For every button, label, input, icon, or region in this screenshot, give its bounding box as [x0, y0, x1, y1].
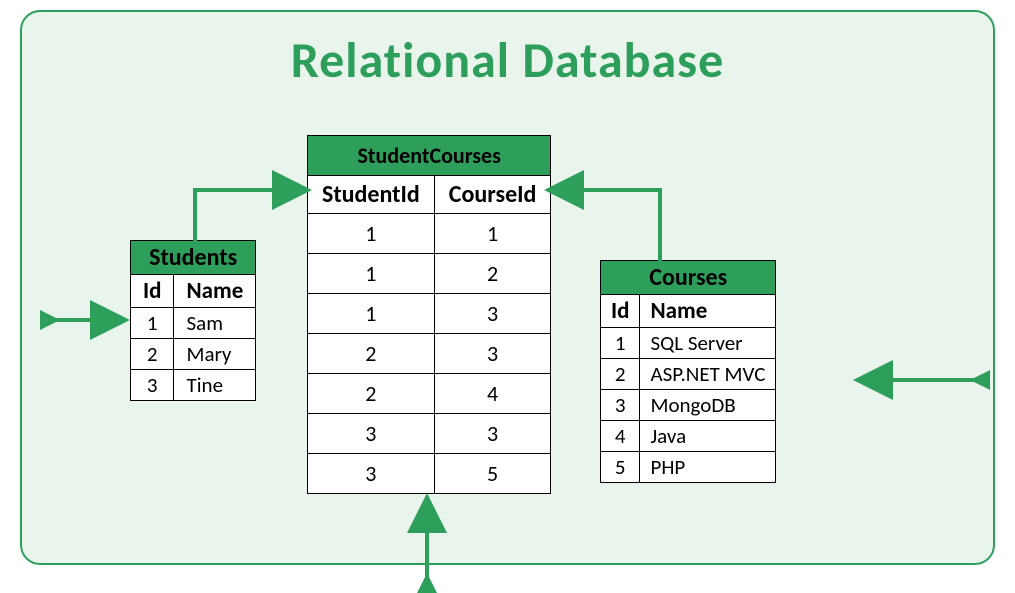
diagram-title: Relational Database: [22, 30, 993, 91]
students-col-id: Id: [131, 275, 174, 308]
table-row: 24: [308, 374, 551, 414]
table-row: 3Tine: [131, 370, 256, 401]
students-table-name: Students: [131, 241, 256, 275]
student-courses-table: StudentCourses StudentId CourseId 11 12 …: [307, 135, 551, 494]
table-row: 35: [308, 454, 551, 494]
table-row: 33: [308, 414, 551, 454]
table-row: 11: [308, 214, 551, 254]
students-col-name: Name: [174, 275, 256, 308]
sc-col-studentid: StudentId: [308, 176, 435, 214]
students-table: Students Id Name 1Sam 2Mary 3Tine: [130, 240, 256, 401]
table-row: 1Sam: [131, 308, 256, 339]
table-row: 2ASP.NET MVC: [601, 359, 776, 390]
sc-col-courseid: CourseId: [434, 176, 551, 214]
courses-table: Courses Id Name 1SQL Server 2ASP.NET MVC…: [600, 260, 776, 483]
courses-table-name: Courses: [601, 261, 776, 295]
table-row: 13: [308, 294, 551, 334]
table-row: 3MongoDB: [601, 390, 776, 421]
table-row: 12: [308, 254, 551, 294]
table-row: 23: [308, 334, 551, 374]
courses-col-id: Id: [601, 295, 640, 328]
courses-col-name: Name: [640, 295, 776, 328]
table-row: 5PHP: [601, 452, 776, 483]
student-courses-table-name: StudentCourses: [308, 136, 551, 176]
table-row: 4Java: [601, 421, 776, 452]
table-row: 1SQL Server: [601, 328, 776, 359]
table-row: 2Mary: [131, 339, 256, 370]
